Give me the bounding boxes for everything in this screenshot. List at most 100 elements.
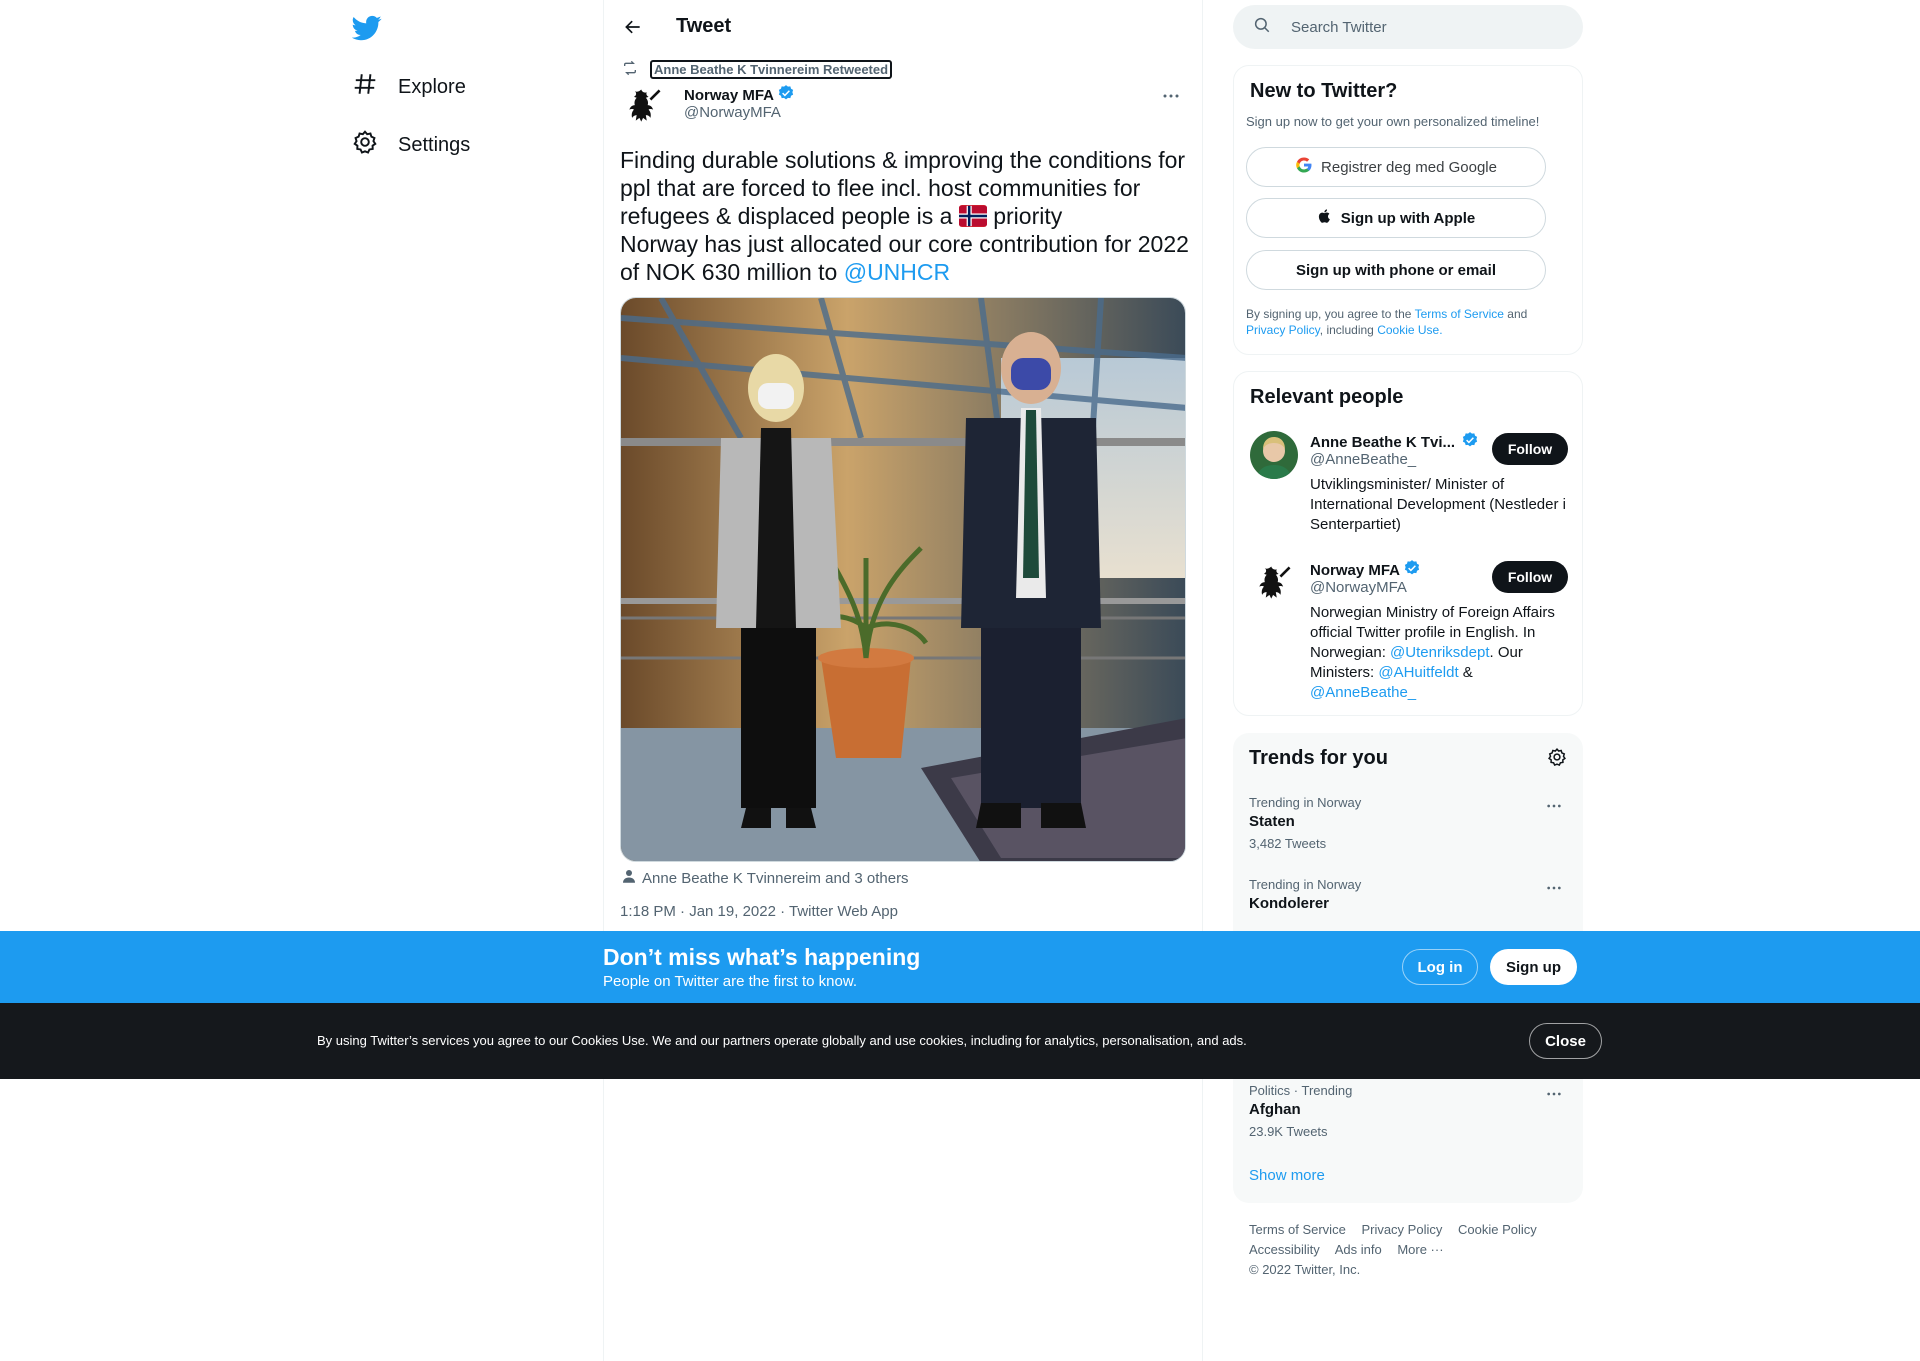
footer-link[interactable]: More ··· [1397,1242,1443,1257]
login-button[interactable]: Log in [1402,949,1478,985]
avatar[interactable] [620,82,668,130]
card-title: Relevant people [1250,386,1404,408]
tweet-text-part: priority [993,203,1063,229]
mention-link[interactable]: @AHuitfeldt [1378,664,1458,681]
nav-item-settings[interactable]: Settings [352,125,470,165]
more-options-icon[interactable] [1541,879,1567,897]
cookie-use-link[interactable]: Cookie Use. [1377,323,1442,337]
avatar[interactable] [1250,431,1298,479]
gear-icon[interactable] [1547,747,1569,769]
footer-link[interactable]: Privacy Policy [1361,1222,1442,1237]
nav-item-explore[interactable]: Explore [352,67,466,107]
retweet-icon [620,60,650,79]
person-item[interactable]: Norway MFA @NorwayMFA Follow Norwegian M… [1250,559,1568,709]
person-name[interactable]: Anne Beathe K Tvi... [1310,431,1479,453]
trend-context: Trending in Norway [1249,877,1362,892]
search-input[interactable] [1291,18,1551,36]
tweet-author: Norway MFA @NorwayMFA [620,82,1186,132]
photo-two-people-standing-image [621,298,1185,861]
tagged-users[interactable]: Anne Beathe K Tvinnereim and 3 others [620,867,909,889]
person-name[interactable]: Norway MFA [1310,559,1421,581]
footer-link[interactable]: Terms of Service [1249,1222,1346,1237]
search-box[interactable] [1233,5,1583,49]
hashtag-icon [352,71,398,103]
retweet-context: Anne Beathe K Tvinnereim Retweeted [620,60,893,79]
more-options-icon[interactable] [1541,1085,1567,1103]
author-name[interactable]: Norway MFA [684,84,795,106]
apple-signup-label: Sign up with Apple [1340,209,1476,227]
follow-button[interactable]: Follow [1492,561,1568,593]
trend-context: Trending in Norway [1249,795,1362,810]
close-button[interactable]: Close [1529,1023,1602,1059]
nav-label: Settings [398,133,471,156]
more-options-icon[interactable] [1156,86,1186,106]
verified-badge-icon [1403,559,1421,581]
apple-signup-button[interactable]: Sign up with Apple [1246,198,1546,238]
flag-norway-icon [958,205,987,227]
terms-text: and [1507,307,1528,321]
signup-terms: By signing up, you agree to the Terms of… [1246,306,1566,338]
google-signup-button[interactable]: Registrer deg med Google [1246,147,1546,187]
mention-link[interactable]: @AnneBeathe_ [1310,684,1416,701]
footer-link[interactable]: Cookie Policy [1458,1222,1537,1237]
gear-icon [352,129,398,161]
tweet-photo[interactable] [620,297,1186,862]
footer-links: Terms of Service Privacy Policy Cookie P… [1249,1220,1579,1280]
person-bio: Utviklingsminister/ Minister of Internat… [1310,476,1566,533]
privacy-policy-link[interactable]: Privacy Policy [1246,323,1320,337]
search-icon [1233,16,1291,39]
terms-of-service-link[interactable]: Terms of Service [1415,307,1504,321]
trend-item[interactable]: Trending in Norway Staten 3,482 Tweets [1249,795,1567,851]
footer-link[interactable]: Ads info [1335,1242,1382,1257]
trend-name: Kondolerer [1249,895,1330,912]
login-bar-subtitle: People on Twitter are the first to know. [603,973,858,990]
more-options-icon[interactable] [1541,797,1567,815]
trend-name: Afghan [1249,1101,1301,1118]
mention-link[interactable]: @Utenriksdept [1390,644,1489,661]
new-to-twitter-card: New to Twitter? Sign up now to get your … [1233,65,1583,355]
avatar[interactable] [1250,559,1298,607]
back-arrow-icon[interactable] [620,14,646,40]
page-title: Tweet [676,15,732,37]
trend-item[interactable]: Trending in Norway Kondolerer [1249,877,1567,912]
tweet-header: Tweet [604,0,1202,53]
google-icon [1295,156,1321,178]
main-column: Tweet Anne Beathe K Tvinnereim Retweeted… [603,0,1203,1361]
twitter-logo-icon[interactable] [351,13,382,43]
follow-button[interactable]: Follow [1492,433,1568,465]
norway-coat-of-arms-lion-icon [1259,566,1291,599]
verified-badge-icon [777,84,795,106]
tweet-text: Finding durable solutions & improving th… [620,146,1190,286]
show-more-link[interactable]: Show more [1249,1167,1325,1184]
trend-count: 3,482 Tweets [1249,836,1327,851]
mention-link[interactable]: @UNHCR [844,259,950,285]
terms-text: By signing up, you agree to the [1246,307,1412,321]
signup-button[interactable]: Sign up [1490,949,1577,985]
copyright: © 2022 Twitter, Inc. [1249,1262,1361,1277]
person-item[interactable]: Anne Beathe K Tvi... @AnneBeathe_ Follow… [1250,431,1568,541]
relevant-people-card: Relevant people Anne Beathe K Tvi... @An… [1233,371,1583,716]
login-prompt-bar: Don’t miss what’s happening People on Tw… [0,931,1920,1003]
card-title: Trends for you [1249,747,1388,769]
login-bar-title: Don’t miss what’s happening [603,944,921,970]
person-bio: Norwegian Ministry of Foreign Affairs of… [1310,603,1570,703]
google-signup-label: Registrer deg med Google [1321,158,1497,176]
cookie-text: By using Twitter’s services you agree to… [317,1033,1247,1048]
footer-link[interactable]: Accessibility [1249,1242,1320,1257]
person-name-text: Norway MFA [1310,561,1401,579]
trend-context: Politics · Trending [1249,1083,1353,1098]
phone-email-signup-button[interactable]: Sign up with phone or email [1246,250,1546,290]
apple-icon [1317,207,1341,229]
author-handle[interactable]: @NorwayMFA [684,104,781,121]
person-icon [620,867,642,889]
trend-item[interactable]: Politics · Trending Afghan 23.9K Tweets [1249,1083,1567,1139]
bio-text: & [1462,664,1473,681]
card-title: New to Twitter? [1250,80,1398,102]
verified-badge-icon [1461,431,1479,453]
person-handle: @AnneBeathe_ [1310,451,1417,468]
person-handle: @NorwayMFA [1310,579,1407,596]
tweet-text-part: Finding durable solutions & improving th… [620,147,1186,229]
retweeted-by-link[interactable]: Anne Beathe K Tvinnereim Retweeted [650,60,893,79]
tagged-users-text: Anne Beathe K Tvinnereim and 3 others [642,869,909,887]
tweet-timestamp[interactable]: 1:18 PM · Jan 19, 2022 · Twitter Web App [620,903,898,920]
